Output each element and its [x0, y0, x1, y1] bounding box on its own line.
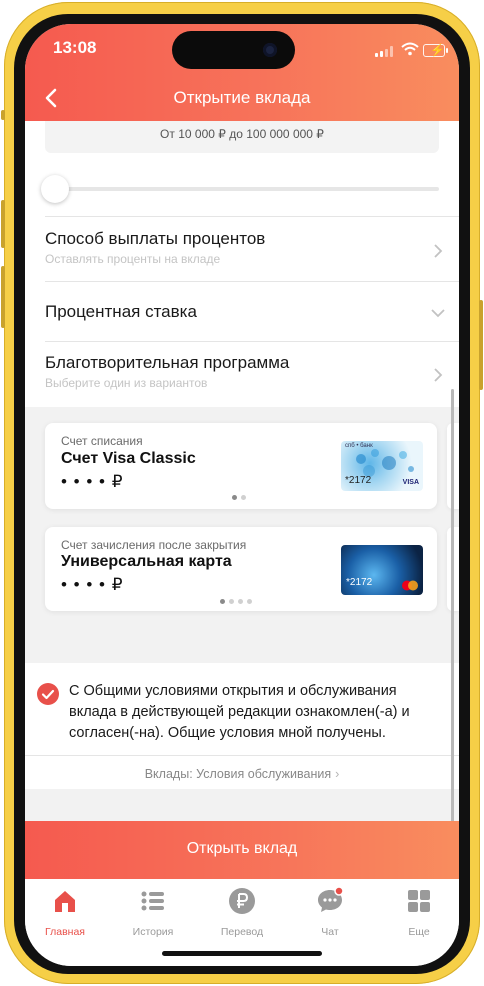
tab-chat[interactable]: Чат [290, 886, 370, 938]
credit-carousel-dots [220, 599, 252, 604]
home-indicator[interactable] [162, 951, 322, 956]
visa-logo: VISA [402, 479, 419, 486]
notification-badge [334, 886, 344, 896]
tab-home[interactable]: Главная [25, 887, 105, 938]
debit-account-label: Счет списания [61, 434, 143, 448]
payout-method-subtitle: Оставлять проценты на вкладе [45, 252, 221, 266]
tab-more[interactable]: Еще [379, 887, 459, 938]
wifi-icon [401, 42, 419, 56]
home-icon [55, 891, 75, 912]
chevron-right-icon [434, 368, 443, 382]
open-deposit-button[interactable]: Открыть вклад [25, 821, 459, 879]
credit-account-name: Универсальная карта [61, 553, 232, 570]
divider [45, 281, 459, 282]
grid-icon [408, 890, 430, 912]
battery-icon: ⚡ [423, 43, 448, 57]
dynamic-island [172, 31, 295, 69]
visa-card-image: спб • банк *2172 VISA [341, 441, 423, 491]
debit-account-card[interactable]: Счет списания Счет Visa Classic • • • • … [45, 423, 437, 509]
tab-transfer[interactable]: Перевод [202, 887, 282, 938]
divider [25, 755, 459, 756]
credit-account-label: Счет зачисления после закрытия [61, 538, 247, 552]
divider [45, 341, 459, 342]
chevron-right-icon [434, 244, 443, 258]
amount-range-box: От 10 000 ₽ до 100 000 000 ₽ [45, 121, 439, 153]
charity-program-subtitle: Выберите один из вариантов [45, 376, 208, 390]
mute-switch [1, 110, 5, 120]
open-deposit-label: Открыть вклад [186, 840, 298, 857]
credit-card-number: *2172 [346, 577, 373, 588]
amount-slider-knob[interactable] [41, 175, 69, 203]
list-icon [141, 891, 164, 911]
tab-label: Еще [408, 926, 430, 938]
checkmark-icon [41, 689, 55, 700]
debit-account-balance: • • • • ₽ [61, 472, 124, 491]
credit-account-balance: • • • • ₽ [61, 575, 124, 594]
terms-link-label: Вклады: Условия обслуживания [144, 767, 332, 781]
agreement-checkbox[interactable] [37, 683, 59, 705]
terms-link[interactable]: Вклады: Условия обслуживания › [25, 767, 459, 781]
debit-account-name: Счет Visa Classic [61, 450, 196, 467]
divider [45, 216, 459, 217]
agreement-section: С Общими условиями открытия и обслуживан… [25, 663, 459, 789]
credit-account-card[interactable]: Счет зачисления после закрытия Универсал… [45, 527, 437, 611]
volume-up-button [1, 200, 5, 248]
chevron-down-icon [431, 309, 445, 318]
amount-slider-track[interactable] [57, 187, 439, 191]
form-content[interactable]: От 10 000 ₽ до 100 000 000 ₽ Способ выпл… [25, 121, 459, 845]
camera-icon [263, 43, 277, 57]
tab-label: Перевод [220, 926, 264, 938]
scrollbar[interactable] [451, 389, 454, 845]
chevron-right-icon: › [335, 767, 340, 781]
power-button [479, 300, 483, 390]
ruble-icon [229, 888, 255, 914]
mastercard-logo-icon [402, 580, 418, 591]
deposit-settings-section: От 10 000 ₽ до 100 000 000 ₽ Способ выпл… [25, 121, 459, 407]
page-title: Открытие вклада [173, 88, 311, 107]
volume-down-button [1, 266, 5, 328]
signal-icon [375, 45, 393, 57]
debit-card-number: *2172 [345, 475, 372, 486]
bank-logo-text: спб • банк [345, 443, 373, 449]
tab-label: Чат [321, 926, 339, 938]
agreement-text: С Общими условиями открытия и обслуживан… [69, 683, 410, 741]
tab-history[interactable]: История [113, 887, 193, 938]
universal-card-image: *2172 [341, 545, 423, 595]
amount-range-hint: От 10 000 ₽ до 100 000 000 ₽ [160, 127, 324, 141]
debit-carousel-dots [232, 495, 246, 500]
charity-program-title: Благотворительная программа [45, 353, 290, 372]
interest-rate-title: Процентная ставка [45, 302, 197, 321]
tab-label: История [132, 926, 174, 938]
nav-bar: Открытие вклада [25, 80, 459, 116]
payout-method-title: Способ выплаты процентов [45, 229, 266, 248]
status-time: 13:08 [53, 38, 97, 57]
screen: 13:08 ⚡ Открытие вклада От 10 000 ₽ до 1… [25, 24, 459, 966]
chat-icon [318, 886, 344, 912]
tab-label: Главная [45, 926, 85, 938]
tab-bar: Главная История Перевод Чат Еще [25, 879, 459, 966]
header: 13:08 ⚡ Открытие вклада [25, 24, 459, 121]
